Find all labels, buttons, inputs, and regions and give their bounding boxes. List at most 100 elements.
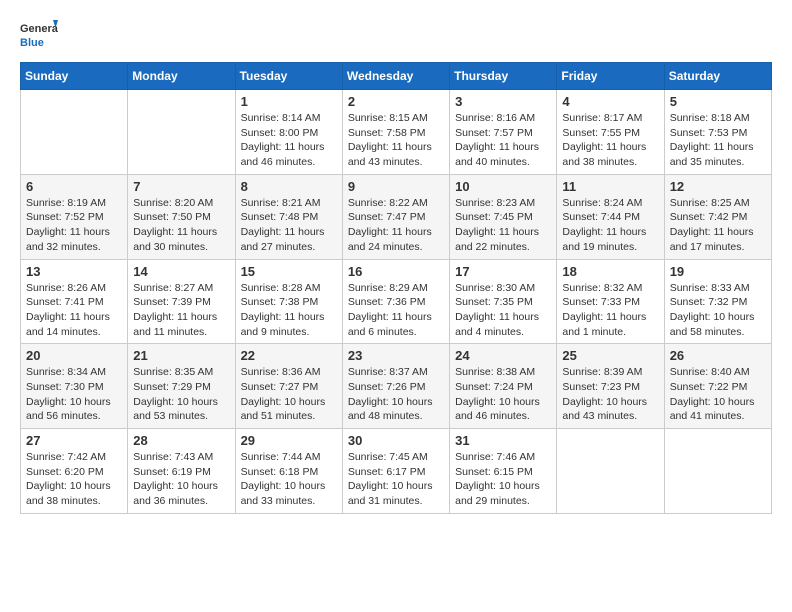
calendar-cell: 21Sunrise: 8:35 AM Sunset: 7:29 PM Dayli…	[128, 344, 235, 429]
page-header: General Blue	[20, 16, 772, 54]
day-number: 8	[241, 179, 337, 194]
calendar-header: SundayMondayTuesdayWednesdayThursdayFrid…	[21, 63, 772, 90]
calendar-cell: 30Sunrise: 7:45 AM Sunset: 6:17 PM Dayli…	[342, 429, 449, 514]
calendar-cell	[21, 90, 128, 175]
day-info: Sunrise: 8:23 AM Sunset: 7:45 PM Dayligh…	[455, 196, 551, 255]
day-info: Sunrise: 8:32 AM Sunset: 7:33 PM Dayligh…	[562, 281, 658, 340]
day-number: 26	[670, 348, 766, 363]
calendar-cell: 6Sunrise: 8:19 AM Sunset: 7:52 PM Daylig…	[21, 174, 128, 259]
day-number: 9	[348, 179, 444, 194]
calendar-cell: 2 Sunrise: 8:15 AM Sunset: 7:58 PM Daylig…	[342, 90, 449, 175]
calendar-cell: 8 Sunrise: 8:21 AM Sunset: 7:48 PM Daylig…	[235, 174, 342, 259]
calendar-cell: 15Sunrise: 8:28 AM Sunset: 7:38 PM Dayli…	[235, 259, 342, 344]
calendar-cell: 27 Sunrise: 7:42 AM Sunset: 6:20 PM Dayli…	[21, 429, 128, 514]
day-number: 7	[133, 179, 229, 194]
day-number: 13	[26, 264, 122, 279]
day-number: 30	[348, 433, 444, 448]
calendar-cell: 7 Sunrise: 8:20 AM Sunset: 7:50 PM Daylig…	[128, 174, 235, 259]
calendar-week-5: 27 Sunrise: 7:42 AM Sunset: 6:20 PM Dayli…	[21, 429, 772, 514]
logo-icon: General Blue	[20, 16, 58, 54]
svg-text:Blue: Blue	[20, 37, 44, 49]
day-info: Sunrise: 8:25 AM Sunset: 7:42 PM Dayligh…	[670, 196, 766, 255]
logo: General Blue	[20, 16, 58, 54]
calendar-cell: 31 Sunrise: 7:46 AM Sunset: 6:15 PM Dayli…	[450, 429, 557, 514]
calendar-cell: 16 Sunrise: 8:29 AM Sunset: 7:36 PM Dayli…	[342, 259, 449, 344]
day-info: Sunrise: 8:24 AM Sunset: 7:44 PM Dayligh…	[562, 196, 658, 255]
calendar-week-2: 6Sunrise: 8:19 AM Sunset: 7:52 PM Daylig…	[21, 174, 772, 259]
day-info: Sunrise: 8:18 AM Sunset: 7:53 PM Dayligh…	[670, 111, 766, 170]
calendar-cell: 3Sunrise: 8:16 AM Sunset: 7:57 PM Daylig…	[450, 90, 557, 175]
calendar-cell: 26 Sunrise: 8:40 AM Sunset: 7:22 PM Dayli…	[664, 344, 771, 429]
day-number: 18	[562, 264, 658, 279]
day-number: 21	[133, 348, 229, 363]
day-header-monday: Monday	[128, 63, 235, 90]
day-number: 19	[670, 264, 766, 279]
day-number: 17	[455, 264, 551, 279]
calendar-cell: 12 Sunrise: 8:25 AM Sunset: 7:42 PM Dayli…	[664, 174, 771, 259]
calendar-week-1: 1 Sunrise: 8:14 AM Sunset: 8:00 PM Daylig…	[21, 90, 772, 175]
day-info: Sunrise: 8:33 AM Sunset: 7:32 PM Dayligh…	[670, 281, 766, 340]
day-info: Sunrise: 8:30 AM Sunset: 7:35 PM Dayligh…	[455, 281, 551, 340]
day-number: 27	[26, 433, 122, 448]
day-info: Sunrise: 7:43 AM Sunset: 6:19 PM Dayligh…	[133, 450, 229, 509]
calendar-cell: 10Sunrise: 8:23 AM Sunset: 7:45 PM Dayli…	[450, 174, 557, 259]
day-info: Sunrise: 8:36 AM Sunset: 7:27 PM Dayligh…	[241, 365, 337, 424]
day-info: Sunrise: 8:26 AM Sunset: 7:41 PM Dayligh…	[26, 281, 122, 340]
day-header-wednesday: Wednesday	[342, 63, 449, 90]
day-number: 1	[241, 94, 337, 109]
day-number: 29	[241, 433, 337, 448]
day-info: Sunrise: 8:20 AM Sunset: 7:50 PM Dayligh…	[133, 196, 229, 255]
day-header-thursday: Thursday	[450, 63, 557, 90]
day-info: Sunrise: 8:15 AM Sunset: 7:58 PM Dayligh…	[348, 111, 444, 170]
calendar-cell: 4 Sunrise: 8:17 AM Sunset: 7:55 PM Daylig…	[557, 90, 664, 175]
day-info: Sunrise: 8:22 AM Sunset: 7:47 PM Dayligh…	[348, 196, 444, 255]
day-info: Sunrise: 8:16 AM Sunset: 7:57 PM Dayligh…	[455, 111, 551, 170]
calendar-cell	[128, 90, 235, 175]
day-info: Sunrise: 8:17 AM Sunset: 7:55 PM Dayligh…	[562, 111, 658, 170]
day-number: 14	[133, 264, 229, 279]
calendar-table: SundayMondayTuesdayWednesdayThursdayFrid…	[20, 62, 772, 514]
day-header-sunday: Sunday	[21, 63, 128, 90]
calendar-cell: 28 Sunrise: 7:43 AM Sunset: 6:19 PM Dayli…	[128, 429, 235, 514]
calendar-cell: 20 Sunrise: 8:34 AM Sunset: 7:30 PM Dayli…	[21, 344, 128, 429]
calendar-week-4: 20 Sunrise: 8:34 AM Sunset: 7:30 PM Dayli…	[21, 344, 772, 429]
calendar-cell: 19 Sunrise: 8:33 AM Sunset: 7:32 PM Dayli…	[664, 259, 771, 344]
calendar-cell: 11 Sunrise: 8:24 AM Sunset: 7:44 PM Dayli…	[557, 174, 664, 259]
day-info: Sunrise: 7:42 AM Sunset: 6:20 PM Dayligh…	[26, 450, 122, 509]
day-info: Sunrise: 8:37 AM Sunset: 7:26 PM Dayligh…	[348, 365, 444, 424]
calendar-cell: 22 Sunrise: 8:36 AM Sunset: 7:27 PM Dayli…	[235, 344, 342, 429]
svg-text:General: General	[20, 23, 58, 35]
day-number: 2	[348, 94, 444, 109]
day-info: Sunrise: 8:21 AM Sunset: 7:48 PM Dayligh…	[241, 196, 337, 255]
calendar-cell: 13 Sunrise: 8:26 AM Sunset: 7:41 PM Dayli…	[21, 259, 128, 344]
calendar-body: 1 Sunrise: 8:14 AM Sunset: 8:00 PM Daylig…	[21, 90, 772, 514]
calendar-cell: 17 Sunrise: 8:30 AM Sunset: 7:35 PM Dayli…	[450, 259, 557, 344]
day-info: Sunrise: 8:34 AM Sunset: 7:30 PM Dayligh…	[26, 365, 122, 424]
day-number: 6	[26, 179, 122, 194]
calendar-cell: 23Sunrise: 8:37 AM Sunset: 7:26 PM Dayli…	[342, 344, 449, 429]
calendar-cell: 5Sunrise: 8:18 AM Sunset: 7:53 PM Daylig…	[664, 90, 771, 175]
day-number: 22	[241, 348, 337, 363]
day-number: 28	[133, 433, 229, 448]
day-number: 12	[670, 179, 766, 194]
day-info: Sunrise: 8:38 AM Sunset: 7:24 PM Dayligh…	[455, 365, 551, 424]
day-header-tuesday: Tuesday	[235, 63, 342, 90]
day-header-saturday: Saturday	[664, 63, 771, 90]
calendar-cell: 9 Sunrise: 8:22 AM Sunset: 7:47 PM Daylig…	[342, 174, 449, 259]
day-number: 25	[562, 348, 658, 363]
day-number: 16	[348, 264, 444, 279]
day-info: Sunrise: 8:14 AM Sunset: 8:00 PM Dayligh…	[241, 111, 337, 170]
day-number: 20	[26, 348, 122, 363]
day-info: Sunrise: 7:46 AM Sunset: 6:15 PM Dayligh…	[455, 450, 551, 509]
day-number: 15	[241, 264, 337, 279]
calendar-week-3: 13 Sunrise: 8:26 AM Sunset: 7:41 PM Dayli…	[21, 259, 772, 344]
day-info: Sunrise: 7:44 AM Sunset: 6:18 PM Dayligh…	[241, 450, 337, 509]
day-info: Sunrise: 8:40 AM Sunset: 7:22 PM Dayligh…	[670, 365, 766, 424]
day-number: 11	[562, 179, 658, 194]
day-info: Sunrise: 8:29 AM Sunset: 7:36 PM Dayligh…	[348, 281, 444, 340]
calendar-cell	[664, 429, 771, 514]
day-info: Sunrise: 8:27 AM Sunset: 7:39 PM Dayligh…	[133, 281, 229, 340]
day-number: 4	[562, 94, 658, 109]
calendar-cell: 18 Sunrise: 8:32 AM Sunset: 7:33 PM Dayli…	[557, 259, 664, 344]
day-number: 31	[455, 433, 551, 448]
